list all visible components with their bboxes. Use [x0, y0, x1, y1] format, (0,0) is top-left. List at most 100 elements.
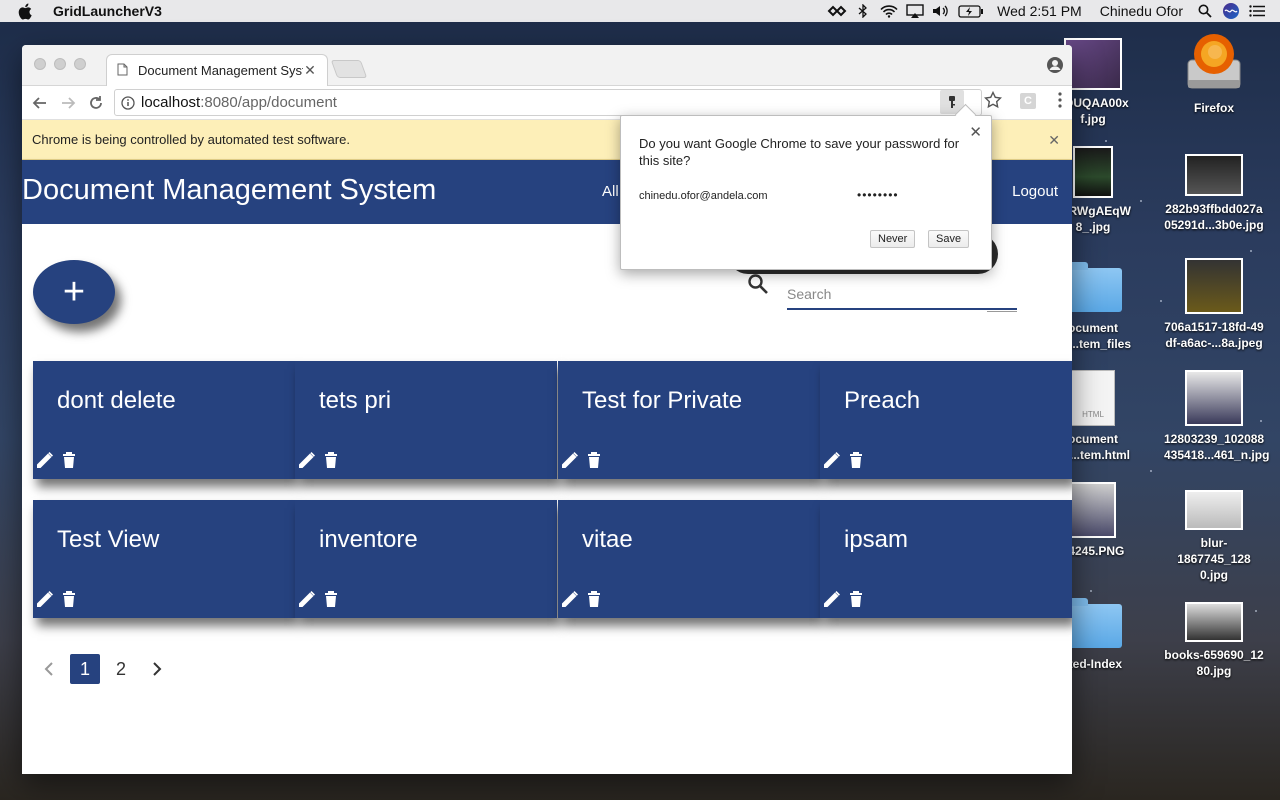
back-icon[interactable] — [26, 89, 54, 117]
wifi-icon[interactable] — [876, 0, 902, 22]
logout-link[interactable]: Logout — [1012, 183, 1058, 200]
delete-icon[interactable] — [59, 588, 79, 610]
document-title: dont delete — [57, 387, 176, 414]
desktop-icon-label: 706a1517-18fd-49 df-a6ac-...8a.jpeg — [1164, 320, 1264, 350]
edit-icon[interactable] — [35, 449, 55, 471]
never-button[interactable]: Never — [870, 230, 916, 248]
forward-icon[interactable] — [54, 89, 82, 117]
volume-icon[interactable] — [928, 0, 954, 22]
desktop-icon-label: 282b93ffbdd027a 05291d...3b0e.jpg — [1164, 202, 1264, 232]
menu-clock[interactable]: Wed 2:51 PM — [988, 3, 1091, 19]
delete-icon[interactable] — [321, 588, 341, 610]
folder-icon — [1064, 598, 1122, 648]
infobar-message: Chrome is being controlled by automated … — [32, 132, 350, 147]
main-content: + dont delete tets pri — [22, 224, 1072, 774]
desktop-icon-label: Firefox — [1193, 101, 1234, 115]
page-icon — [117, 63, 128, 79]
document-title: tets pri — [319, 387, 392, 414]
battery-icon[interactable] — [954, 0, 988, 22]
chrome-menu-icon[interactable] — [1058, 92, 1062, 113]
image-thumbnail — [1185, 258, 1243, 314]
desktop-icon-image[interactable]: 282b93ffbdd027a 05291d...3b0e.jpg — [1164, 154, 1264, 233]
apple-icon[interactable] — [18, 2, 38, 20]
edit-icon[interactable] — [822, 588, 842, 610]
window-controls — [34, 58, 86, 70]
save-button[interactable]: Save — [928, 230, 970, 248]
active-app-name[interactable]: GridLauncherV3 — [53, 3, 162, 19]
reload-icon[interactable] — [82, 89, 110, 117]
delete-icon[interactable] — [584, 588, 604, 610]
close-dialog-icon[interactable]: ✕ — [969, 123, 982, 141]
tab-document-management[interactable]: Document Management Syster ✕ — [106, 54, 328, 86]
desktop-icon-label: books-659690_12 80.jpg — [1164, 648, 1264, 678]
document-card[interactable]: Test View — [33, 500, 295, 618]
document-card[interactable]: vitae — [558, 500, 820, 618]
document-card[interactable]: dont delete — [33, 361, 295, 479]
document-title: Preach — [844, 387, 921, 414]
image-thumbnail — [1064, 38, 1122, 90]
nav-all-link[interactable]: All — [602, 183, 619, 200]
edit-icon[interactable] — [297, 449, 317, 471]
edit-icon[interactable] — [297, 588, 317, 610]
delete-icon[interactable] — [321, 449, 341, 471]
page-2-button[interactable]: 2 — [106, 654, 136, 684]
edit-icon[interactable] — [560, 588, 580, 610]
url-path: :8080/app/document — [200, 94, 337, 111]
image-thumbnail — [1073, 146, 1113, 198]
document-title: Test for Private — [582, 387, 743, 414]
address-bar[interactable]: localhost:8080/app/document — [114, 89, 982, 116]
desktop-icon-image[interactable]: blur-1867745_128 0.jpg — [1164, 490, 1264, 583]
spotlight-search-icon[interactable] — [1192, 0, 1218, 22]
siri-icon[interactable] — [1218, 0, 1244, 22]
delete-icon[interactable] — [59, 449, 79, 471]
delete-icon[interactable] — [846, 588, 866, 610]
desktop-icon-image[interactable]: books-659690_12 80.jpg — [1164, 602, 1264, 679]
menu-user[interactable]: Chinedu Ofor — [1091, 3, 1192, 19]
document-card[interactable]: ipsam — [820, 500, 1072, 618]
app-brand[interactable]: Document Management System — [22, 174, 436, 207]
url-host: localhost — [141, 94, 201, 111]
close-window-button[interactable] — [34, 58, 46, 70]
add-document-button[interactable]: + — [33, 260, 115, 324]
profile-icon[interactable] — [1046, 56, 1064, 79]
document-card[interactable]: tets pri — [295, 361, 557, 479]
document-card[interactable]: inventore — [295, 500, 557, 618]
extension-icon[interactable]: C — [1020, 93, 1036, 109]
search-input[interactable] — [787, 280, 1017, 310]
minimize-window-button[interactable] — [54, 58, 66, 70]
document-title: ipsam — [844, 526, 909, 553]
image-thumbnail — [1185, 370, 1243, 426]
delete-icon[interactable] — [584, 449, 604, 471]
desktop-icon-firefox[interactable]: Firefox — [1164, 30, 1264, 116]
document-title: Test View — [57, 526, 160, 553]
firefox-icon — [1185, 30, 1243, 92]
document-title: inventore — [319, 526, 418, 553]
previous-page-icon[interactable] — [34, 654, 64, 684]
new-tab-button[interactable] — [330, 60, 368, 78]
desktop-icon-image[interactable]: 12803239_102088 435418...461_n.jpg — [1164, 370, 1269, 463]
edit-icon[interactable] — [822, 449, 842, 471]
save-password-dialog: Do you want Google Chrome to save your p… — [620, 115, 992, 270]
bluetooth-icon[interactable] — [850, 0, 876, 22]
delete-icon[interactable] — [846, 449, 866, 471]
pagination: 1 2 — [34, 654, 178, 684]
document-card[interactable]: Test for Private — [558, 361, 820, 479]
image-thumbnail — [1070, 482, 1116, 538]
html-file-icon: HTML — [1071, 370, 1115, 426]
close-tab-icon[interactable]: ✕ — [303, 62, 317, 79]
edit-icon[interactable] — [35, 588, 55, 610]
edit-icon[interactable] — [560, 449, 580, 471]
notification-center-icon[interactable] — [1244, 0, 1270, 22]
zoom-window-button[interactable] — [74, 58, 86, 70]
close-infobar-icon[interactable]: ✕ — [1048, 132, 1060, 149]
save-password-question: Do you want Google Chrome to save your p… — [639, 136, 960, 168]
page-1-button[interactable]: 1 — [70, 654, 100, 684]
link-status-icon[interactable] — [824, 0, 850, 22]
airplay-icon[interactable] — [902, 0, 928, 22]
desktop-icon-image[interactable]: 706a1517-18fd-49 df-a6ac-...8a.jpeg — [1164, 258, 1264, 351]
info-icon[interactable] — [121, 95, 135, 110]
document-card[interactable]: Preach — [820, 361, 1072, 479]
saved-password-mask: •••••••• — [857, 188, 899, 202]
bookmark-star-icon[interactable] — [983, 90, 1003, 114]
next-page-icon[interactable] — [142, 654, 172, 684]
